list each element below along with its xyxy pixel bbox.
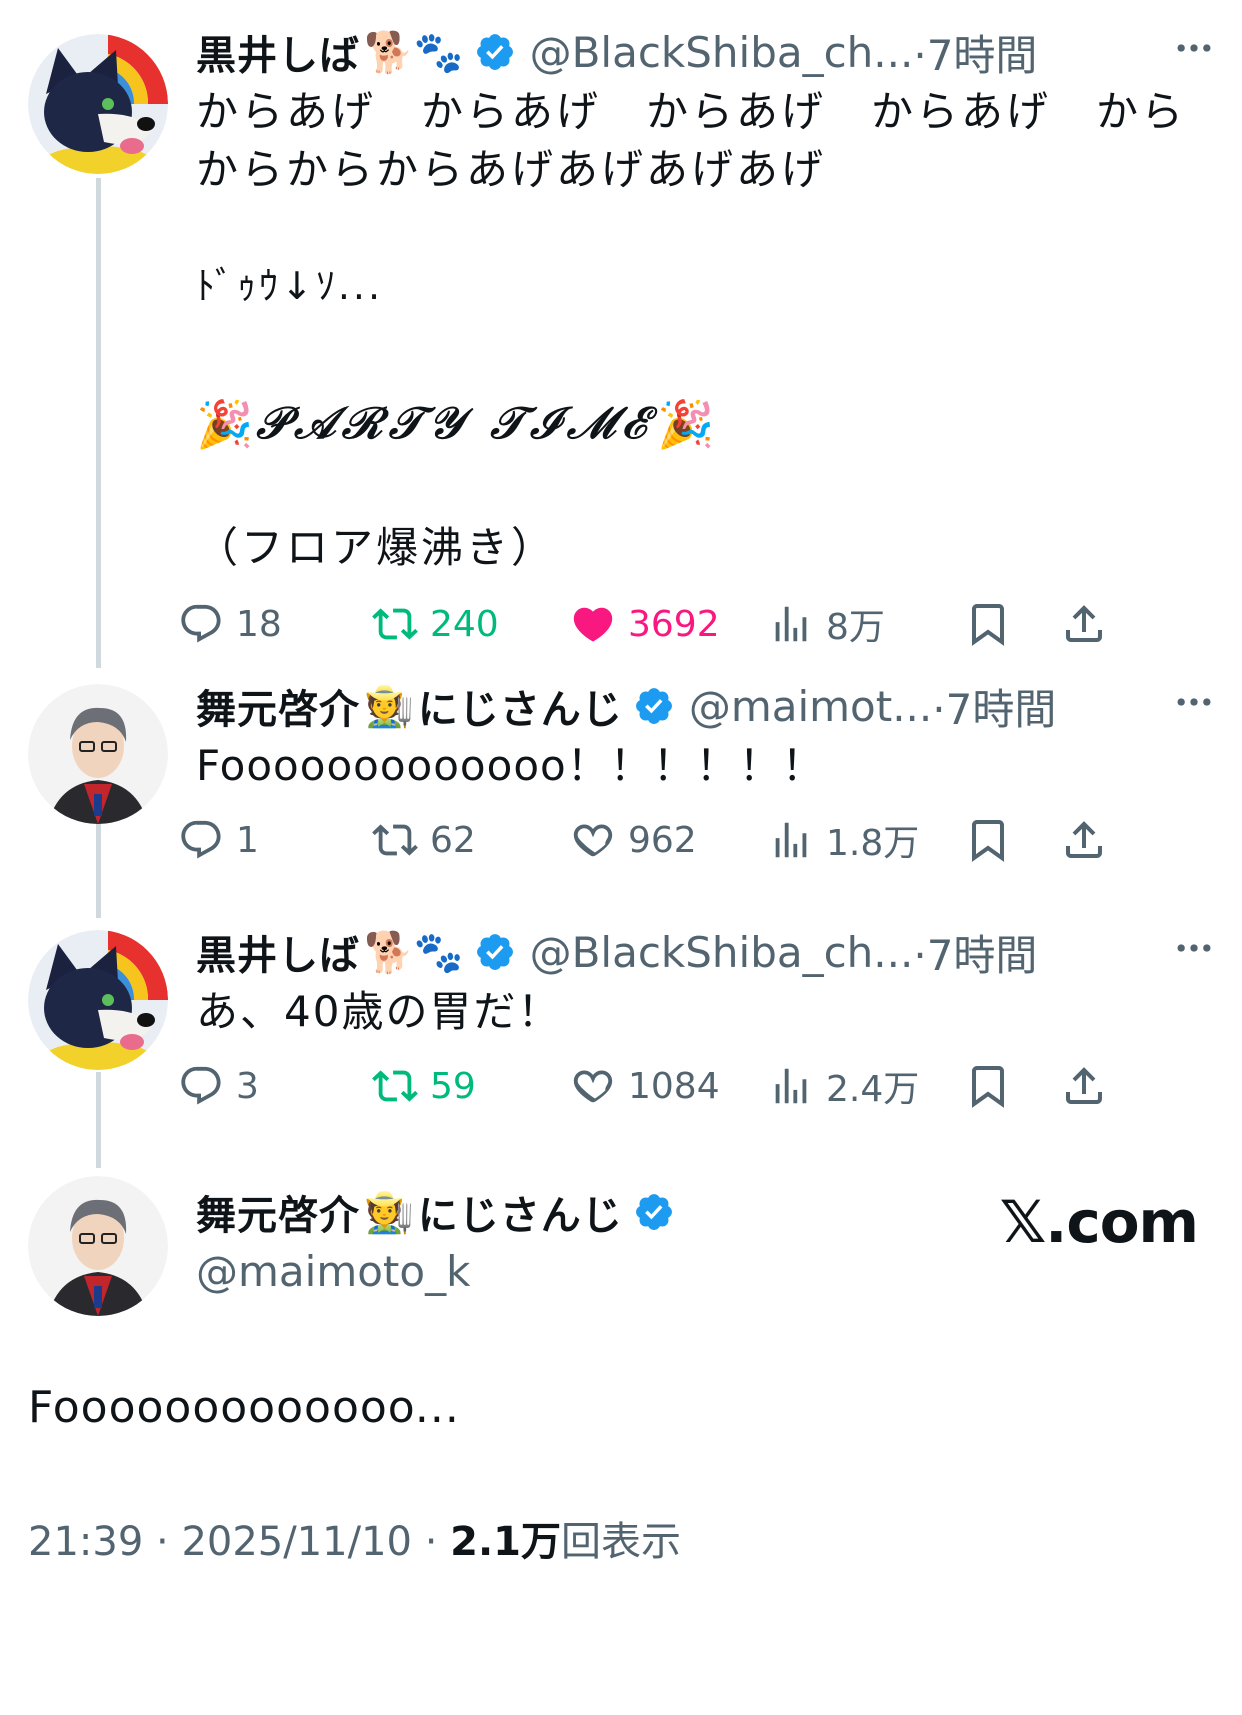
display-name[interactable]: 黒井しば <box>196 23 360 81</box>
heart-filled-icon <box>570 601 616 647</box>
farmer-emoji: 🧑‍🌾 <box>364 683 414 730</box>
verified-icon <box>474 931 516 973</box>
reply-icon <box>178 1063 224 1109</box>
verified-icon <box>633 1191 675 1233</box>
party-line: 🎉 𝒫𝒜ℛ𝒯𝒴 𝒯ℐℳℰ 🎉 <box>196 394 1222 454</box>
reply-count: 18 <box>236 603 282 645</box>
views-icon <box>768 817 814 863</box>
main-tweet-meta: 21:39 · 2025/11/10 · 2.1万回表示 <box>28 1512 681 1572</box>
thread-line <box>96 1072 101 1168</box>
like-count: 962 <box>628 819 697 861</box>
avatar[interactable] <box>28 34 168 174</box>
action-bar: 3 59 1084 2.4万 <box>196 1056 1222 1116</box>
action-bar: 1 62 962 1.8万 <box>196 810 1222 870</box>
share-icon[interactable] <box>1060 1062 1108 1110</box>
avatar[interactable] <box>28 684 168 824</box>
party-time-text: 𝒫𝒜ℛ𝒯𝒴 𝒯ℐℳℰ <box>256 398 654 449</box>
reply-button[interactable]: 3 <box>178 1056 259 1116</box>
timestamp[interactable]: ·7時間 <box>913 22 1037 83</box>
retweet-icon <box>372 1063 418 1109</box>
view-label: 回表示 <box>561 1519 681 1565</box>
text-line: ﾄﾞｩｳ↓ｿ... <box>196 264 384 308</box>
views-button[interactable]: 8万 <box>768 594 885 654</box>
views-icon <box>768 1063 814 1109</box>
display-name-suffix[interactable]: にじさんじ <box>418 1183 623 1241</box>
retweet-count: 240 <box>430 603 499 645</box>
reply-button[interactable]: 1 <box>178 810 259 870</box>
avatar[interactable] <box>28 930 168 1070</box>
reply-button[interactable]: 18 <box>178 594 282 654</box>
handle[interactable]: @BlackShiba_ch... <box>530 928 914 977</box>
more-icon[interactable] <box>1172 26 1216 70</box>
tweet-text: Fooooooooooooo！！！！！！ <box>196 741 825 790</box>
thread-line <box>96 822 101 918</box>
thread-line <box>96 178 101 668</box>
more-icon[interactable] <box>1172 926 1216 970</box>
retweet-button[interactable]: 59 <box>372 1056 476 1116</box>
retweet-count: 62 <box>430 819 476 861</box>
display-name[interactable]: 黒井しば <box>196 923 360 981</box>
retweet-icon <box>372 601 418 647</box>
timestamp[interactable]: ·7時間 <box>932 676 1056 737</box>
share-icon[interactable] <box>1060 600 1108 648</box>
name-emoji: 🐕🐾 <box>364 29 464 76</box>
bookmark-icon[interactable] <box>964 1062 1012 1110</box>
separator: · <box>143 1519 182 1565</box>
tweet-text: からあげ からあげ からあげ からあげ から からからからあげあげあげあげ ﾄﾞ… <box>196 82 1222 578</box>
reply-count: 3 <box>236 1065 259 1107</box>
views-button[interactable]: 1.8万 <box>768 810 919 870</box>
separator: · <box>411 1519 451 1565</box>
tweet-header: 黒井しば 🐕🐾 @BlackShiba_ch... ·7時間 <box>196 922 1222 982</box>
handle[interactable]: @maimot... <box>689 682 932 731</box>
farmer-emoji: 🧑‍🌾 <box>364 1189 414 1236</box>
bookmark-icon[interactable] <box>964 816 1012 864</box>
party-popper-icon: 🎉 <box>196 397 257 451</box>
tweet-header: 舞元啓介 🧑‍🌾 にじさんじ @maimot... ·7時間 <box>196 676 1222 736</box>
main-tweet-text: Fooooooooooooo... <box>28 1382 460 1433</box>
post-time[interactable]: 21:39 <box>28 1519 143 1565</box>
view-count: 2.1万 <box>450 1519 561 1565</box>
like-button[interactable]: 1084 <box>570 1056 720 1116</box>
tweet-text: あ、40歳の胃だ！ <box>196 987 562 1036</box>
text-line: からあげ からあげ からあげ からあげ から <box>196 87 1187 136</box>
name-emoji: 🐕🐾 <box>364 929 464 976</box>
display-name[interactable]: 舞元啓介 <box>196 677 360 735</box>
action-bar: 18 240 3692 8万 <box>196 594 1222 654</box>
views-count: 1.8万 <box>826 823 920 864</box>
views-count: 2.4万 <box>826 1069 920 1110</box>
heart-icon <box>570 817 616 863</box>
display-name-suffix[interactable]: にじさんじ <box>418 677 623 735</box>
display-name[interactable]: 舞元啓介 <box>196 1183 360 1241</box>
like-button[interactable]: 962 <box>570 810 697 870</box>
like-count: 1084 <box>628 1065 720 1107</box>
timestamp[interactable]: ·7時間 <box>913 922 1037 983</box>
views-count: 8万 <box>826 607 885 648</box>
heart-icon <box>570 1063 616 1109</box>
reply-count: 1 <box>236 819 259 861</box>
views-icon <box>768 601 814 647</box>
like-count: 3692 <box>628 603 720 645</box>
reply-icon <box>178 601 224 647</box>
share-icon[interactable] <box>1060 816 1108 864</box>
tweet-header: 黒井しば 🐕🐾 @BlackShiba_ch... ·7時間 <box>196 22 1222 82</box>
verified-icon <box>474 31 516 73</box>
views-button[interactable]: 2.4万 <box>768 1056 919 1116</box>
retweet-icon <box>372 817 418 863</box>
text-line: からからからあげあげあげあげ <box>196 145 827 194</box>
reply-icon <box>178 817 224 863</box>
retweet-count: 59 <box>430 1065 476 1107</box>
retweet-button[interactable]: 62 <box>372 810 476 870</box>
post-date[interactable]: 2025/11/10 <box>181 1519 412 1565</box>
party-popper-icon: 🎉 <box>657 397 718 451</box>
bookmark-icon[interactable] <box>964 600 1012 648</box>
retweet-button[interactable]: 240 <box>372 594 499 654</box>
more-icon[interactable] <box>1172 680 1216 724</box>
avatar[interactable] <box>28 1176 168 1316</box>
handle[interactable]: @BlackShiba_ch... <box>530 28 914 77</box>
like-button[interactable]: 3692 <box>570 594 720 654</box>
verified-icon <box>633 685 675 727</box>
text-line: （フロア爆沸き） <box>196 523 557 572</box>
x-brand-logo: 𝕏.com <box>999 1188 1199 1256</box>
